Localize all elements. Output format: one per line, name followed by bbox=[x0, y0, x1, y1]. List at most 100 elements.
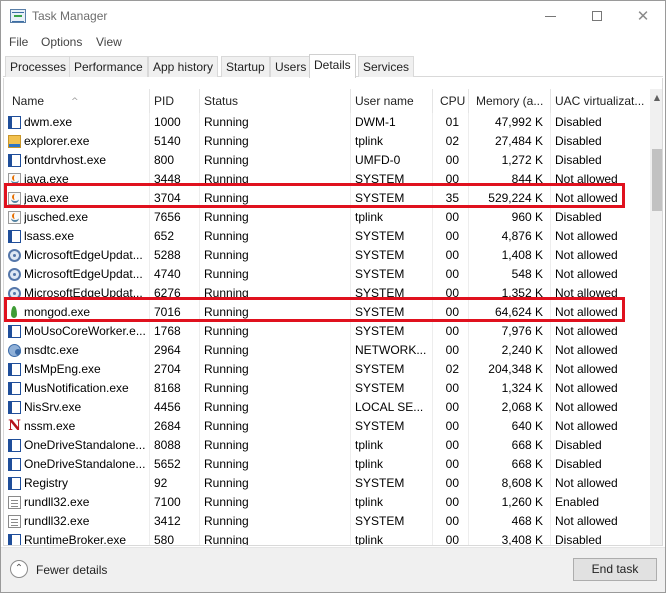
vertical-scrollbar[interactable]: ▲ bbox=[650, 89, 662, 545]
column-header-name[interactable]: Name ^ bbox=[4, 89, 150, 113]
minimize-button[interactable] bbox=[528, 1, 574, 31]
tab-services[interactable]: Services bbox=[358, 56, 415, 77]
cell-name: MsMpEng.exe bbox=[24, 362, 101, 376]
cell-memory: 204,348 K bbox=[488, 362, 543, 376]
column-header-pid[interactable]: PID bbox=[150, 89, 200, 113]
cell-pid: 6276 bbox=[154, 286, 181, 300]
process-row[interactable]: java.exe 3448 Running SYSTEM 00 844 K Not allo… bbox=[4, 170, 648, 189]
process-row[interactable]: dwm.exe 1000 Running DWM-1 01 47,992 K Disable… bbox=[4, 113, 648, 132]
process-row[interactable]: MusNotification.exe 8168 Running SYSTEM 00 1,… bbox=[4, 379, 648, 398]
close-button[interactable]: ✕ bbox=[620, 1, 666, 31]
cell-pid: 8168 bbox=[154, 381, 181, 395]
fewer-details-link[interactable]: Fewer details bbox=[36, 563, 107, 577]
gear-process-icon bbox=[8, 268, 21, 281]
process-row[interactable]: explorer.exe 5140 Running tplink 02 27,484 K D… bbox=[4, 132, 648, 151]
column-header-user-name[interactable]: User name bbox=[351, 89, 433, 113]
cell-memory: 668 K bbox=[511, 438, 543, 452]
cell-pid: 4740 bbox=[154, 267, 181, 281]
cell-memory: 47,992 K bbox=[494, 115, 543, 129]
cell-uac: Not allowed bbox=[555, 381, 618, 395]
cell-name: explorer.exe bbox=[24, 134, 90, 148]
window-process-icon bbox=[8, 325, 21, 338]
process-row[interactable]: MicrosoftEdgeUpdat... 6276 Running SYSTEM 00… bbox=[4, 284, 648, 303]
menu-file[interactable]: File bbox=[9, 35, 28, 49]
process-row[interactable]: MicrosoftEdgeUpdat... 4740 Running SYSTEM 00… bbox=[4, 265, 648, 284]
process-row[interactable]: msdtc.exe 2964 Running NETWORK... 00 2,240 K N… bbox=[4, 341, 648, 360]
process-row[interactable]: mongod.exe 7016 Running SYSTEM 00 64,624 K Not… bbox=[4, 303, 648, 322]
cell-name: jusched.exe bbox=[24, 210, 89, 224]
cell-cpu: 00 bbox=[445, 343, 459, 357]
cell-name: java.exe bbox=[24, 191, 69, 205]
cell-user: LOCAL SE... bbox=[355, 400, 424, 414]
cell-memory: 7,976 K bbox=[501, 324, 543, 338]
chevron-up-icon[interactable]: ⌃ bbox=[10, 560, 28, 578]
process-row[interactable]: jusched.exe 7656 Running tplink 00 960 K Disab… bbox=[4, 208, 648, 227]
menu-bar: File Options View bbox=[1, 32, 665, 52]
process-row[interactable]: rundll32.exe 7100 Running tplink 00 1,260 K En… bbox=[4, 493, 648, 512]
cell-name: MicrosoftEdgeUpdat... bbox=[24, 248, 143, 262]
title-bar[interactable]: Task Manager ✕ bbox=[1, 1, 665, 31]
cell-uac: Not allowed bbox=[555, 343, 618, 357]
cell-status: Running bbox=[204, 533, 249, 546]
cell-name: rundll32.exe bbox=[24, 495, 90, 509]
scroll-up-icon[interactable]: ▲ bbox=[650, 89, 662, 106]
cell-uac: Disabled bbox=[555, 438, 602, 452]
process-list: dwm.exe 1000 Running DWM-1 01 47,992 K Disable… bbox=[4, 113, 648, 546]
tab-processes[interactable]: Processes bbox=[5, 56, 72, 77]
cell-cpu: 00 bbox=[445, 286, 459, 300]
cell-status: Running bbox=[204, 495, 249, 509]
column-header-memory[interactable]: Memory (a... bbox=[469, 89, 551, 113]
cell-status: Running bbox=[204, 419, 249, 433]
end-task-button[interactable]: End task bbox=[573, 558, 657, 581]
process-row[interactable]: fontdrvhost.exe 800 Running UMFD-0 00 1,272 K… bbox=[4, 151, 648, 170]
process-row[interactable]: rundll32.exe 3412 Running SYSTEM 00 468 K Not … bbox=[4, 512, 648, 531]
cell-user: SYSTEM bbox=[355, 172, 405, 186]
cell-status: Running bbox=[204, 229, 249, 243]
cell-user: SYSTEM bbox=[355, 324, 405, 338]
column-header-cpu[interactable]: CPU bbox=[433, 89, 469, 113]
tab-details[interactable]: Details bbox=[309, 54, 356, 78]
tab-app-history[interactable]: App history bbox=[148, 56, 219, 77]
cell-uac: Not allowed bbox=[555, 248, 618, 262]
cell-pid: 652 bbox=[154, 229, 175, 243]
cell-memory: 1,272 K bbox=[501, 153, 543, 167]
cell-user: SYSTEM bbox=[355, 286, 405, 300]
cell-user: NETWORK... bbox=[355, 343, 427, 357]
cell-cpu: 00 bbox=[445, 381, 459, 395]
process-row[interactable]: java.exe 3704 Running SYSTEM 35 529,224 K Not … bbox=[4, 189, 648, 208]
cell-memory: 1,408 K bbox=[501, 248, 543, 262]
column-header-uac[interactable]: UAC virtualizat... bbox=[551, 89, 648, 113]
tab-users[interactable]: Users bbox=[270, 56, 312, 77]
cell-user: SYSTEM bbox=[355, 362, 405, 376]
msdtc-process-icon bbox=[8, 344, 21, 357]
cell-pid: 2704 bbox=[154, 362, 181, 376]
process-row[interactable]: OneDriveStandalone... 5652 Running tplink 00… bbox=[4, 455, 648, 474]
cell-status: Running bbox=[204, 305, 249, 319]
process-row[interactable]: lsass.exe 652 Running SYSTEM 00 4,876 K Not al… bbox=[4, 227, 648, 246]
process-row[interactable]: Nnssm.exe 2684 Running SYSTEM 00 640 K Not all… bbox=[4, 417, 648, 436]
cell-name: lsass.exe bbox=[24, 229, 75, 243]
column-header-status[interactable]: Status bbox=[200, 89, 351, 113]
cell-user: SYSTEM bbox=[355, 267, 405, 281]
maximize-button[interactable] bbox=[574, 1, 620, 31]
tab-performance[interactable]: Performance bbox=[69, 56, 148, 77]
cell-uac: Not allowed bbox=[555, 514, 618, 528]
process-row[interactable]: NisSrv.exe 4456 Running LOCAL SE... 00 2,068 … bbox=[4, 398, 648, 417]
cell-uac: Disabled bbox=[555, 457, 602, 471]
tab-startup[interactable]: Startup bbox=[221, 56, 270, 77]
process-row[interactable]: MsMpEng.exe 2704 Running SYSTEM 02 204,348 K N… bbox=[4, 360, 648, 379]
cell-memory: 844 K bbox=[511, 172, 543, 186]
cell-user: tplink bbox=[355, 457, 384, 471]
cell-pid: 2964 bbox=[154, 343, 181, 357]
process-row[interactable]: Registry 92 Running SYSTEM 00 8,608 K Not allo… bbox=[4, 474, 648, 493]
cell-user: SYSTEM bbox=[355, 191, 405, 205]
cell-uac: Not allowed bbox=[555, 229, 618, 243]
process-row[interactable]: MoUsoCoreWorker.e... 1768 Running SYSTEM 00 7… bbox=[4, 322, 648, 341]
scroll-thumb[interactable] bbox=[652, 149, 662, 211]
process-row[interactable]: RuntimeBroker.exe 580 Running tplink 00 3,408… bbox=[4, 531, 648, 546]
process-row[interactable]: OneDriveStandalone... 8088 Running tplink 00… bbox=[4, 436, 648, 455]
cell-memory: 4,876 K bbox=[501, 229, 543, 243]
menu-view[interactable]: View bbox=[96, 35, 122, 49]
process-row[interactable]: MicrosoftEdgeUpdat... 5288 Running SYSTEM 00… bbox=[4, 246, 648, 265]
menu-options[interactable]: Options bbox=[41, 35, 82, 49]
